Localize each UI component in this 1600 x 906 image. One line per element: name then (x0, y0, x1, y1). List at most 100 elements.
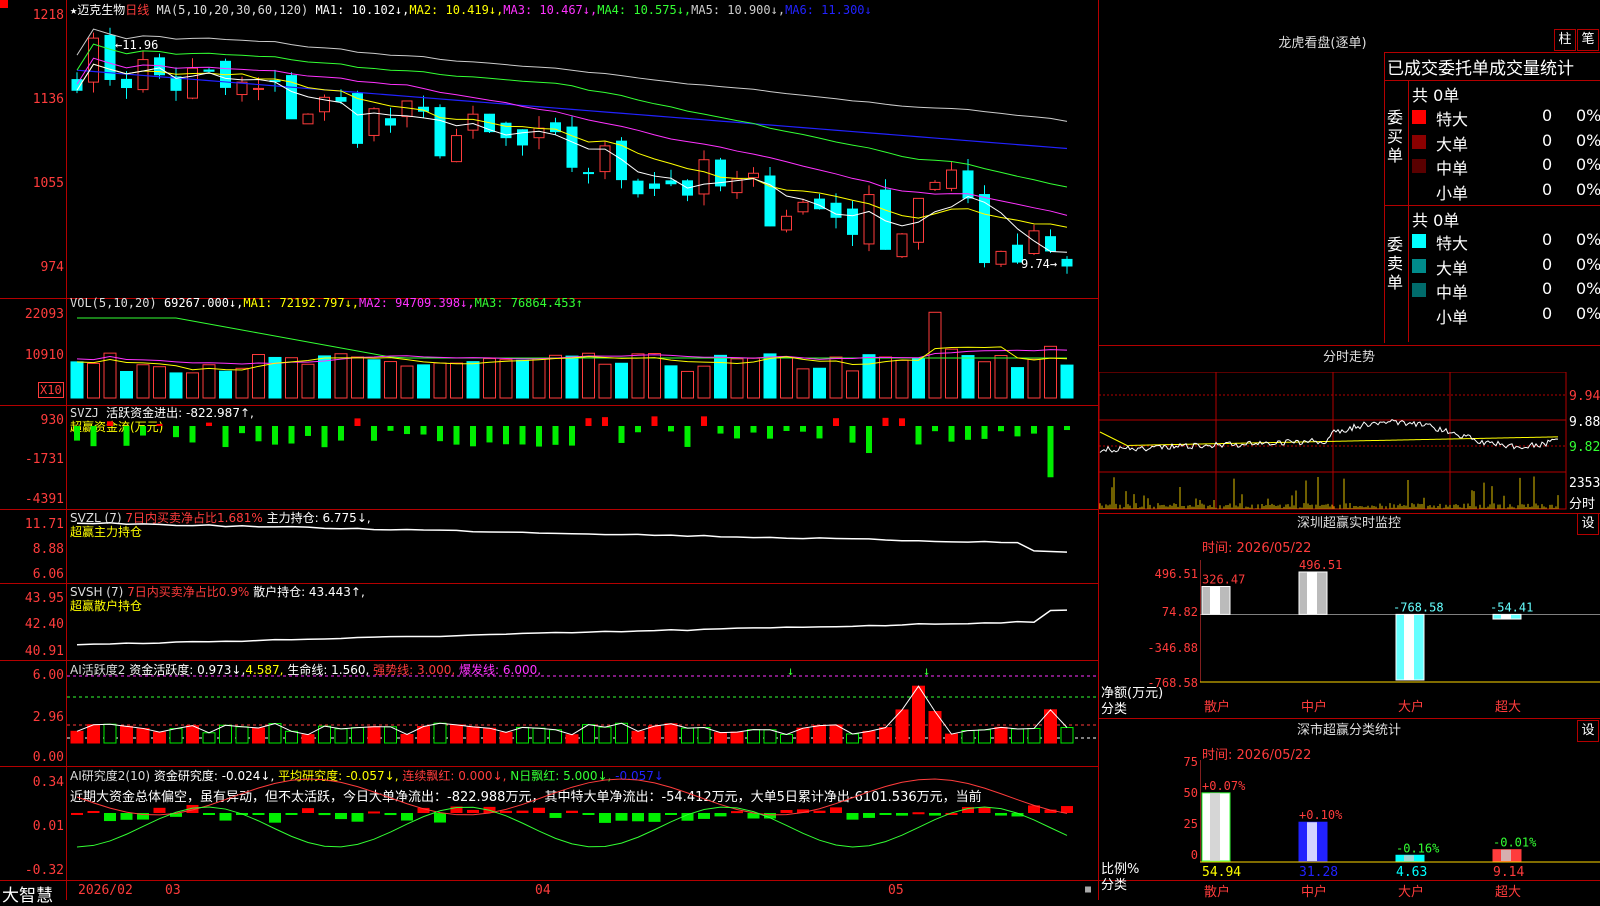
activity-bar (879, 727, 892, 744)
intraday-time-label: 分时 (1569, 497, 1596, 512)
capital-flow-bar (1047, 426, 1054, 478)
activity-bar (120, 725, 133, 744)
monitor-title: 深圳超赢实时监控 (1296, 516, 1401, 531)
ai-research-y-tick: 0.01 (32, 819, 64, 834)
volume-bar (1044, 345, 1057, 399)
svzj-y-tick: 930 (40, 413, 64, 428)
monitor-bar-highlight (1404, 614, 1414, 680)
tick-mode-button[interactable]: 笔 (1577, 29, 1599, 51)
research-bar (929, 813, 941, 816)
candlestick-chart[interactable] (67, 18, 1098, 298)
capital-flow-bar (519, 426, 526, 445)
activity-bar (598, 726, 612, 744)
capital-flow-bar (288, 426, 295, 444)
volume-bar (466, 361, 480, 399)
activity-bar (813, 725, 826, 744)
candle-body (203, 69, 215, 72)
vol-value: 69267.000↓, (163, 296, 244, 310)
research-bar (698, 813, 710, 819)
classify-settings-button[interactable]: 设 (1577, 720, 1599, 742)
capital-flow-bar (206, 422, 212, 426)
capital-flow-bar (668, 426, 674, 432)
classify-value-label: 54.94 (1202, 865, 1241, 880)
period-label[interactable]: 日线 (125, 3, 149, 17)
activity-bar (1060, 727, 1074, 744)
volume-bar (813, 367, 826, 399)
activity-bar (978, 729, 991, 744)
candle-body (665, 180, 677, 185)
volume-bar (417, 364, 430, 399)
volume-bar (1027, 358, 1041, 399)
volume-bar (615, 362, 628, 399)
ma2-value: MA2: 10.419↓, (409, 3, 504, 17)
svsh-y-tick: 42.40 (24, 617, 64, 632)
x-axis-label: 04 (535, 883, 551, 898)
stock-name[interactable]: 迈克生物 (77, 3, 125, 17)
main-y-tick: 1136 (32, 92, 64, 107)
activity-bar (664, 723, 678, 744)
activity-bar (945, 733, 958, 744)
sell-row-0: 特大 0 0% (1412, 230, 1600, 253)
activity-bar (87, 724, 100, 744)
svzl-y-tick: 11.71 (24, 517, 64, 532)
monitor-category-label: 散户 (1204, 699, 1230, 715)
activity-bar (763, 729, 777, 744)
capital-flow-bar (437, 426, 443, 442)
classify-category-label: 超大 (1495, 885, 1521, 900)
monitor-settings-button[interactable]: 设 (1577, 513, 1599, 535)
capital-flow-bar (866, 426, 872, 454)
capital-flow-bar (948, 426, 955, 442)
research-bar (896, 813, 908, 816)
candle-body (253, 87, 264, 90)
activity-bar (351, 727, 364, 744)
volume-bar (516, 359, 529, 399)
order-count: 0 (1542, 179, 1553, 199)
down-arrow-icon: ↓ (787, 664, 794, 678)
intraday-price-tick: 9.82 (1569, 440, 1600, 455)
activity-bar (103, 723, 117, 744)
volume-bar (70, 361, 84, 399)
bar-mode-button[interactable]: 柱 (1554, 29, 1576, 51)
candle-body (187, 67, 198, 99)
lock-icon[interactable]: ■ (1085, 884, 1091, 895)
volume-bar (153, 366, 166, 399)
svsh-y-tick: 40.91 (24, 644, 64, 659)
sell-row-2: 中单 0 0% (1412, 279, 1600, 302)
activity-bar (466, 726, 480, 744)
volume-bar (384, 361, 397, 399)
monitor-bar-highlight (1210, 586, 1220, 615)
order-pct: 0% (1576, 155, 1600, 174)
classify-y-tick: 50 (1183, 786, 1198, 800)
volume-bar (483, 358, 496, 399)
research-bar (269, 813, 281, 823)
capital-flow-bar (750, 426, 757, 433)
activity-bar (615, 722, 628, 744)
buy-row-1: 大单 0 0% (1412, 130, 1600, 154)
activity-bar (631, 730, 645, 744)
vol-unit-box[interactable]: X10 (38, 382, 64, 398)
order-pct: 0% (1576, 130, 1600, 150)
capital-flow-bar (305, 426, 311, 436)
volume-bar (879, 356, 892, 399)
intraday-chart[interactable] (1099, 372, 1567, 510)
research-bar (714, 813, 727, 817)
activity-bar (450, 724, 463, 744)
research-bar (120, 813, 133, 820)
volume-bar (301, 363, 315, 399)
research-bar (780, 810, 793, 813)
research-bar (912, 812, 925, 815)
color-swatch (1412, 110, 1426, 124)
capital-flow-bar (899, 418, 905, 426)
order-pct: 0% (1576, 279, 1600, 298)
candle-body (566, 126, 578, 168)
volume-bar (862, 354, 876, 399)
research-bar (302, 808, 314, 813)
ai-active-y-tick: 2.96 (32, 710, 64, 725)
activity-bar (1027, 727, 1041, 744)
research-bar (71, 812, 83, 815)
candle-body (632, 180, 644, 195)
capital-flow-bar (717, 426, 724, 434)
sell-side-label: 委卖单 (1387, 235, 1404, 292)
volume-bar (87, 362, 100, 399)
classify-category-label: 大户 (1398, 884, 1424, 900)
